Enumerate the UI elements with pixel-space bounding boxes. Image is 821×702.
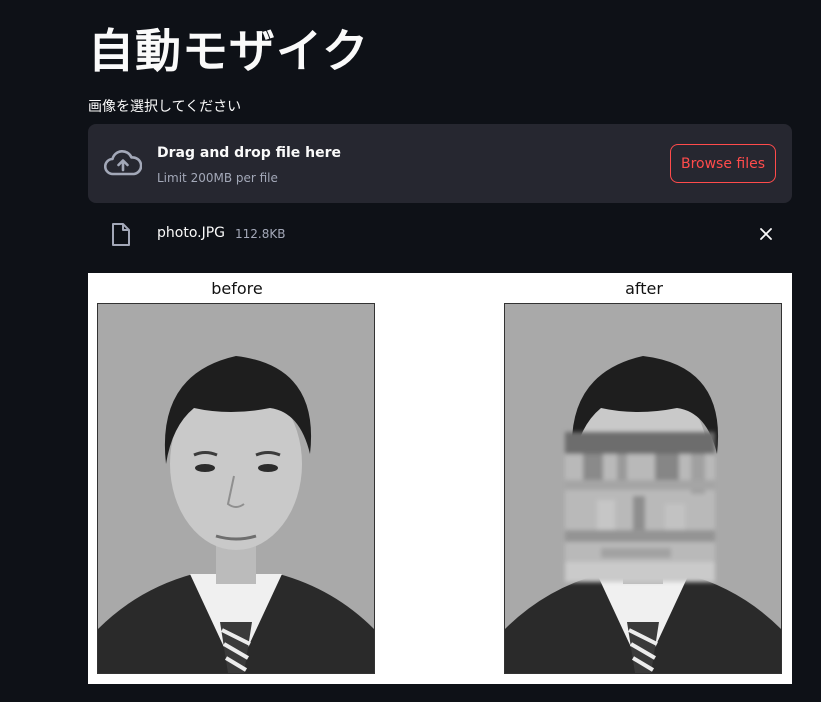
browse-files-button[interactable]: Browse files xyxy=(670,144,776,183)
uploaded-file-name: photo.JPG xyxy=(157,225,226,241)
file-icon xyxy=(112,223,130,246)
close-icon[interactable] xyxy=(756,224,776,244)
portrait-image-mosaic xyxy=(505,304,781,673)
before-panel-title: before xyxy=(211,279,263,298)
page-title: 自動モザイク xyxy=(88,24,370,78)
before-photo xyxy=(97,303,375,674)
file-dropzone[interactable]: Drag and drop file here Limit 200MB per … xyxy=(88,124,792,203)
dropzone-instructions: Drag and drop file here xyxy=(157,145,342,161)
file-uploader-label: 画像を選択してください xyxy=(88,99,242,115)
after-panel-title: after xyxy=(625,279,663,298)
dropzone-limit-text: Limit 200MB per file xyxy=(157,171,278,185)
after-photo xyxy=(504,303,782,674)
cloud-upload-icon xyxy=(104,150,142,176)
uploaded-file-item: photo.JPG 112.8KB xyxy=(88,214,792,254)
portrait-image xyxy=(98,304,374,673)
before-after-figure: before after xyxy=(88,273,792,684)
mosaic-block xyxy=(565,432,715,582)
app-root: 自動モザイク 画像を選択してください Drag and drop file he… xyxy=(0,0,821,702)
uploaded-file-size: 112.8KB xyxy=(235,227,286,241)
